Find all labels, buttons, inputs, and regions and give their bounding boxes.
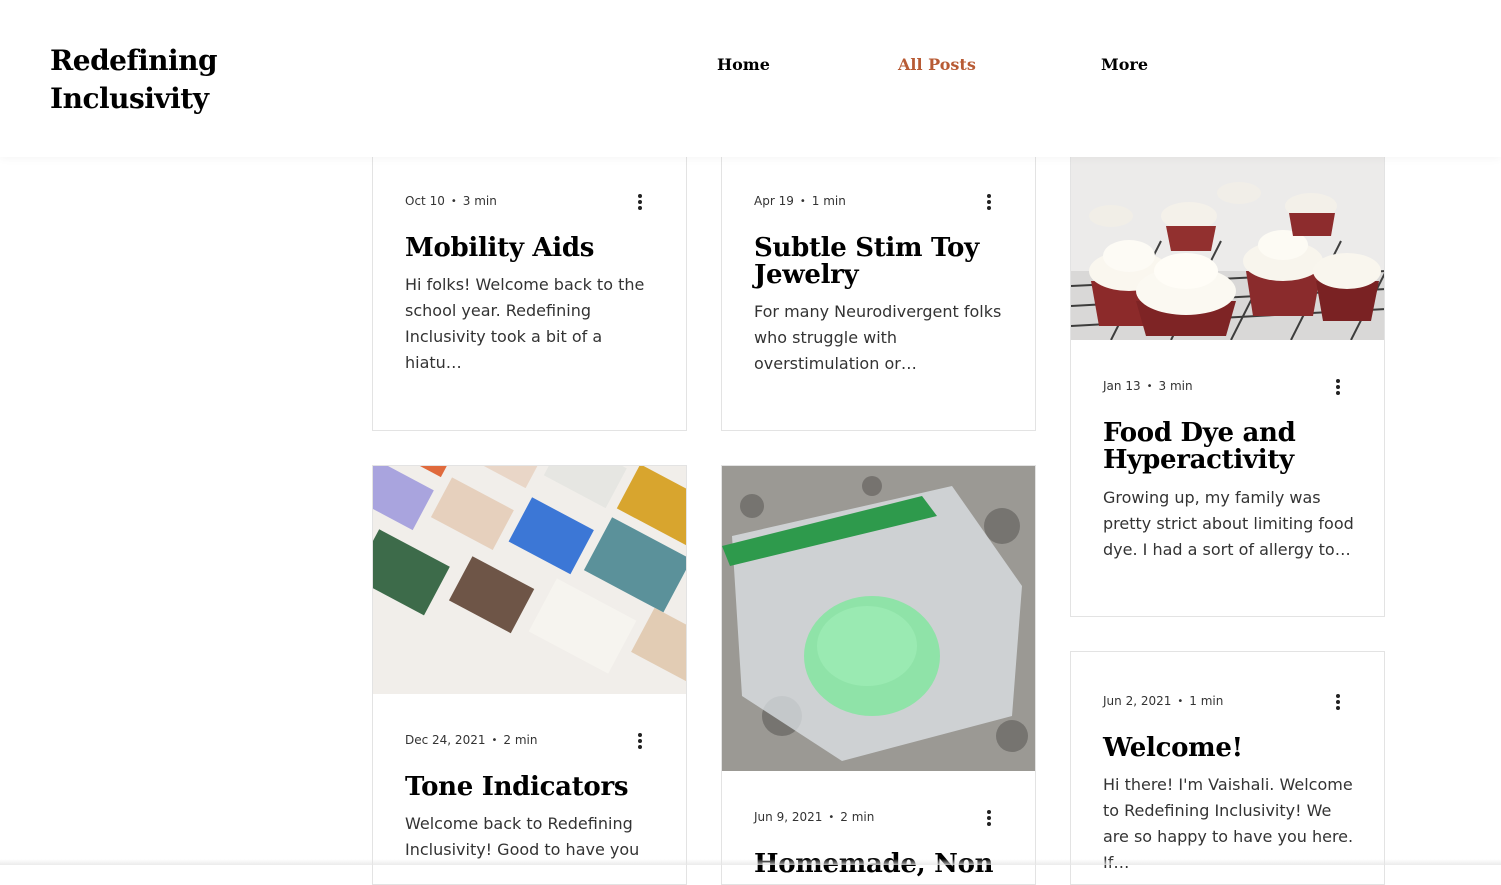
post-card-stim-jewelry[interactable]: Apr 19 • 1 min Subtle Stim Toy Jewelry F…: [721, 120, 1036, 431]
post-card-tone-indicators[interactable]: Dec 24, 2021 • 2 min Tone Indicators Wel…: [372, 465, 687, 885]
site-title[interactable]: Redefining Inclusivity: [50, 42, 218, 118]
meta-separator: •: [799, 195, 806, 207]
site-header: Redefining Inclusivity Home All Posts Mo…: [0, 0, 1501, 157]
post-title[interactable]: Mobility Aids: [405, 235, 646, 262]
post-card-welcome[interactable]: Jun 2, 2021 • 1 min Welcome! Hi there! I…: [1070, 651, 1385, 885]
site-title-line1: Redefining: [50, 44, 218, 77]
meta-separator: •: [828, 811, 835, 823]
swatches-illustration: [373, 466, 686, 694]
post-title[interactable]: Food Dye and Hyperactivity: [1103, 420, 1344, 474]
nav-more[interactable]: More: [1101, 55, 1148, 74]
nav-all-posts[interactable]: All Posts: [898, 55, 976, 74]
post-date: Oct 10: [405, 194, 445, 208]
post-meta: Apr 19 • 1 min: [754, 194, 846, 208]
meta-separator: •: [491, 734, 498, 746]
post-card-food-dye[interactable]: Jan 13 • 3 min Food Dye and Hyperactivit…: [1070, 120, 1385, 617]
post-meta: Oct 10 • 3 min: [405, 194, 497, 208]
post-read-time: 3 min: [462, 194, 497, 208]
nav-home[interactable]: Home: [717, 55, 770, 74]
post-meta: Jun 9, 2021 • 2 min: [754, 810, 874, 824]
site-title-line2: Inclusivity: [50, 82, 209, 115]
post-date: Dec 24, 2021: [405, 733, 486, 747]
post-read-time: 3 min: [1158, 379, 1193, 393]
playdough-illustration: [722, 466, 1035, 771]
post-read-time: 1 min: [811, 194, 846, 208]
meta-separator: •: [450, 195, 457, 207]
more-vertical-icon[interactable]: [981, 808, 997, 828]
post-excerpt: Growing up, my family was pretty strict …: [1103, 488, 1354, 559]
post-excerpt: Hi folks! Welcome back to the school yea…: [405, 275, 645, 372]
more-vertical-icon[interactable]: [981, 192, 997, 212]
post-excerpt: Welcome back to Redefining Inclusivity! …: [405, 814, 640, 859]
post-card-homemade[interactable]: Jun 9, 2021 • 2 min Homemade, Non: [721, 465, 1036, 885]
post-meta: Jan 13 • 3 min: [1103, 379, 1193, 393]
meta-separator: •: [1177, 695, 1184, 707]
post-date: Apr 19: [754, 194, 794, 208]
meta-separator: •: [1146, 380, 1153, 392]
post-title[interactable]: Welcome!: [1103, 735, 1344, 762]
more-vertical-icon[interactable]: [632, 731, 648, 751]
post-excerpt: For many Neurodivergent folks who strugg…: [754, 302, 1002, 373]
post-date: Jun 2, 2021: [1103, 694, 1172, 708]
color-swatches-photo[interactable]: [373, 466, 686, 694]
post-title[interactable]: Tone Indicators: [405, 774, 646, 801]
more-vertical-icon[interactable]: [1330, 692, 1346, 712]
post-meta: Dec 24, 2021 • 2 min: [405, 733, 537, 747]
post-read-time: 2 min: [840, 810, 875, 824]
post-meta: Jun 2, 2021 • 1 min: [1103, 694, 1223, 708]
bottom-edge-shadow: [0, 859, 1501, 865]
post-read-time: 1 min: [1189, 694, 1224, 708]
more-vertical-icon[interactable]: [1330, 377, 1346, 397]
post-read-time: 2 min: [503, 733, 538, 747]
more-vertical-icon[interactable]: [632, 192, 648, 212]
post-title[interactable]: Subtle Stim Toy Jewelry: [754, 235, 995, 289]
post-card-mobility-aids[interactable]: Oct 10 • 3 min Mobility Aids Hi folks! W…: [372, 120, 687, 431]
post-date: Jun 9, 2021: [754, 810, 823, 824]
post-date: Jan 13: [1103, 379, 1141, 393]
playdough-bag-photo[interactable]: [722, 466, 1035, 771]
